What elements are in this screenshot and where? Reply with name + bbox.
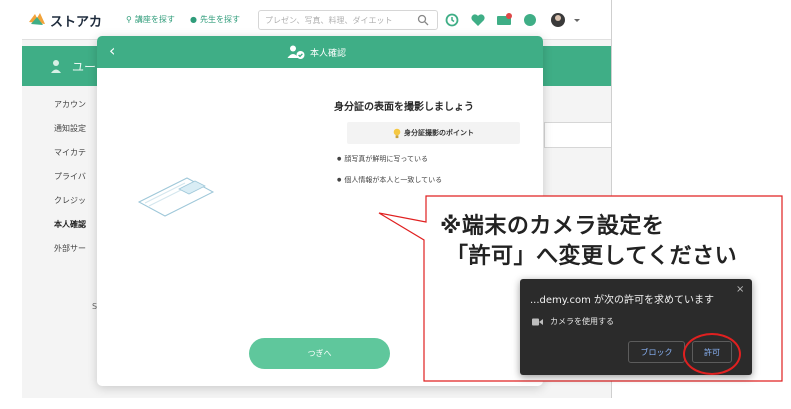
callout-text-line-1: ※端末のカメラ設定を — [440, 214, 665, 239]
video-camera-icon — [532, 318, 543, 326]
screenshot-stage: ストアカ ⚲ 講座を探す ● 先生を探す プレゼン、写真、料理、ダイエット ユー… — [0, 0, 791, 409]
allow-highlight-ring — [683, 333, 741, 375]
permission-prompt-title: ...demy.com が次の許可を求めています — [530, 295, 714, 306]
block-button[interactable]: ブロック — [628, 341, 685, 363]
close-icon[interactable]: × — [736, 285, 744, 295]
callout-text-line-2: 「許可」へ変更してください — [446, 244, 738, 269]
block-button-label: ブロック — [640, 347, 673, 357]
camera-permission-text: カメラを使用する — [550, 317, 614, 326]
